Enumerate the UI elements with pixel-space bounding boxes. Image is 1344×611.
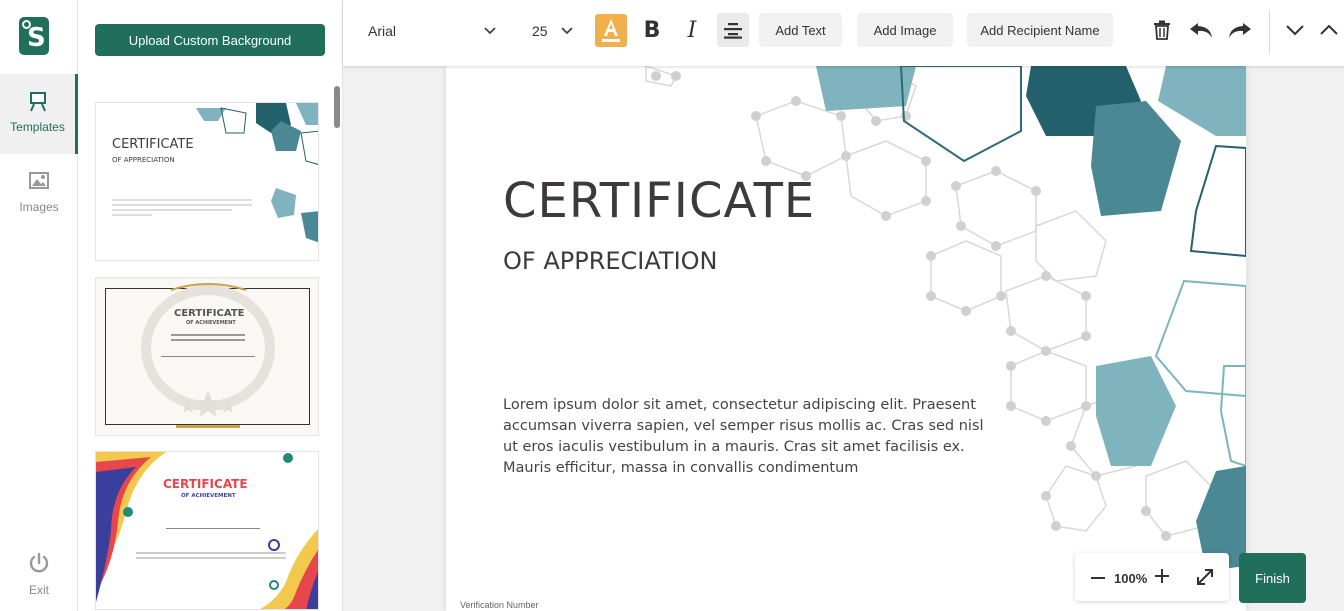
template-subtitle: OF APPRECIATION (112, 156, 175, 164)
template-colorful-art (96, 452, 318, 609)
italic-button[interactable]: I (675, 13, 709, 47)
fullscreen-button[interactable] (1195, 567, 1215, 587)
add-recipient-name-button[interactable]: Add Recipient Name (967, 13, 1113, 47)
align-center-button[interactable] (717, 13, 749, 47)
template-body-line (112, 199, 252, 201)
text-color-icon (602, 19, 620, 42)
chevron-up-icon (1320, 24, 1338, 35)
nav-item-images[interactable]: Images (0, 154, 78, 234)
redo-icon (1229, 23, 1251, 38)
undo-button[interactable] (1184, 13, 1218, 47)
certificate-subtitle[interactable]: OF APPRECIATION (503, 247, 718, 275)
template-title: CERTIFICATE (112, 137, 194, 152)
nav-label-images: Images (19, 200, 59, 214)
exit-button[interactable]: Exit (0, 552, 78, 597)
nav-item-templates[interactable]: Templates (0, 74, 78, 154)
template-thumb-appreciation[interactable]: CERTIFICATE OF APPRECIATION (95, 102, 319, 261)
font-size-value: 25 (532, 23, 548, 39)
chevron-down-icon (561, 27, 573, 35)
chevron-down-icon (484, 27, 496, 35)
nav-label-templates: Templates (10, 120, 65, 134)
minus-icon (1091, 577, 1105, 579)
certificate-body[interactable]: Lorem ipsum dolor sit amet, consectetur … (503, 395, 1003, 479)
bold-icon: B (643, 17, 661, 43)
italic-icon: I (687, 17, 697, 43)
upload-custom-background-button[interactable]: Upload Custom Background (95, 24, 325, 56)
app-logo[interactable]: S (19, 17, 49, 55)
certificate-canvas[interactable]: CERTIFICATE OF APPRECIATION Lorem ipsum … (446, 66, 1246, 611)
template-body-line (171, 339, 245, 341)
plus-icon (1155, 569, 1169, 583)
zoom-controls: 100% (1075, 553, 1229, 601)
undo-icon (1190, 23, 1212, 38)
verification-number-label[interactable]: Verification Number (460, 600, 539, 610)
bold-button[interactable]: B (635, 13, 669, 47)
hexagon-pattern (645, 66, 1246, 571)
template-name-line (161, 356, 255, 357)
template-subtitle: OF ACHIEVEMENT (186, 320, 236, 326)
template-title: CERTIFICATE (163, 477, 248, 491)
move-up-button[interactable] (1315, 13, 1343, 47)
add-text-button[interactable]: Add Text (759, 13, 842, 47)
trash-icon (1154, 20, 1170, 40)
logo-dot-icon (22, 20, 31, 29)
canvas-area: CERTIFICATE OF APPRECIATION Lorem ipsum … (343, 66, 1344, 611)
image-icon (29, 172, 49, 189)
delete-button[interactable] (1145, 13, 1179, 47)
power-icon (29, 552, 49, 573)
add-image-button[interactable]: Add Image (857, 13, 953, 47)
template-thumb-achievement-classic[interactable]: CERTIFICATE OF ACHIEVEMENT (95, 277, 319, 436)
certificate-title[interactable]: CERTIFICATE (503, 173, 815, 229)
editor-toolbar: Arial 25 B I Add Text Add Image Add Reci… (343, 0, 1344, 66)
align-center-icon (724, 23, 742, 39)
zoom-out-button[interactable] (1089, 569, 1107, 587)
left-nav: S Templates Images Exit (0, 0, 78, 611)
chevron-down-icon (1286, 25, 1304, 36)
template-body-line (112, 209, 232, 211)
template-panel-scrollbar[interactable] (334, 86, 340, 128)
finish-button[interactable]: Finish (1239, 553, 1306, 603)
template-title: CERTIFICATE (174, 308, 245, 319)
template-hex-art (196, 103, 318, 243)
template-body-line (136, 552, 286, 554)
template-body-line (112, 214, 152, 216)
template-name-line (166, 528, 260, 529)
template-body-line (112, 204, 252, 206)
text-highlight-button[interactable] (595, 14, 627, 47)
exit-label: Exit (28, 583, 49, 597)
template-body-line (171, 334, 245, 336)
font-family-value: Arial (368, 23, 397, 39)
font-family-select[interactable]: Arial (359, 14, 499, 48)
zoom-in-button[interactable] (1153, 567, 1171, 585)
template-body-line (136, 557, 286, 559)
logo-letter-icon: S (27, 23, 46, 53)
easel-icon (29, 92, 46, 112)
font-size-select[interactable]: 25 (521, 14, 581, 48)
zoom-level: 100% (1114, 571, 1148, 586)
laurel-wreath-icon (141, 283, 275, 428)
redo-button[interactable] (1223, 13, 1257, 47)
template-subtitle: OF ACHIEVEMENT (181, 493, 236, 499)
template-panel: Upload Custom Background CERTIFICATE OF … (78, 0, 343, 611)
toolbar-divider (1269, 10, 1270, 54)
app-window: S Templates Images Exit Upload Custom Ba… (0, 0, 1344, 611)
template-thumb-achievement-colorful[interactable]: CERTIFICATE OF ACHIEVEMENT (95, 451, 319, 610)
expand-icon (1197, 569, 1213, 585)
move-down-button[interactable] (1278, 13, 1312, 47)
